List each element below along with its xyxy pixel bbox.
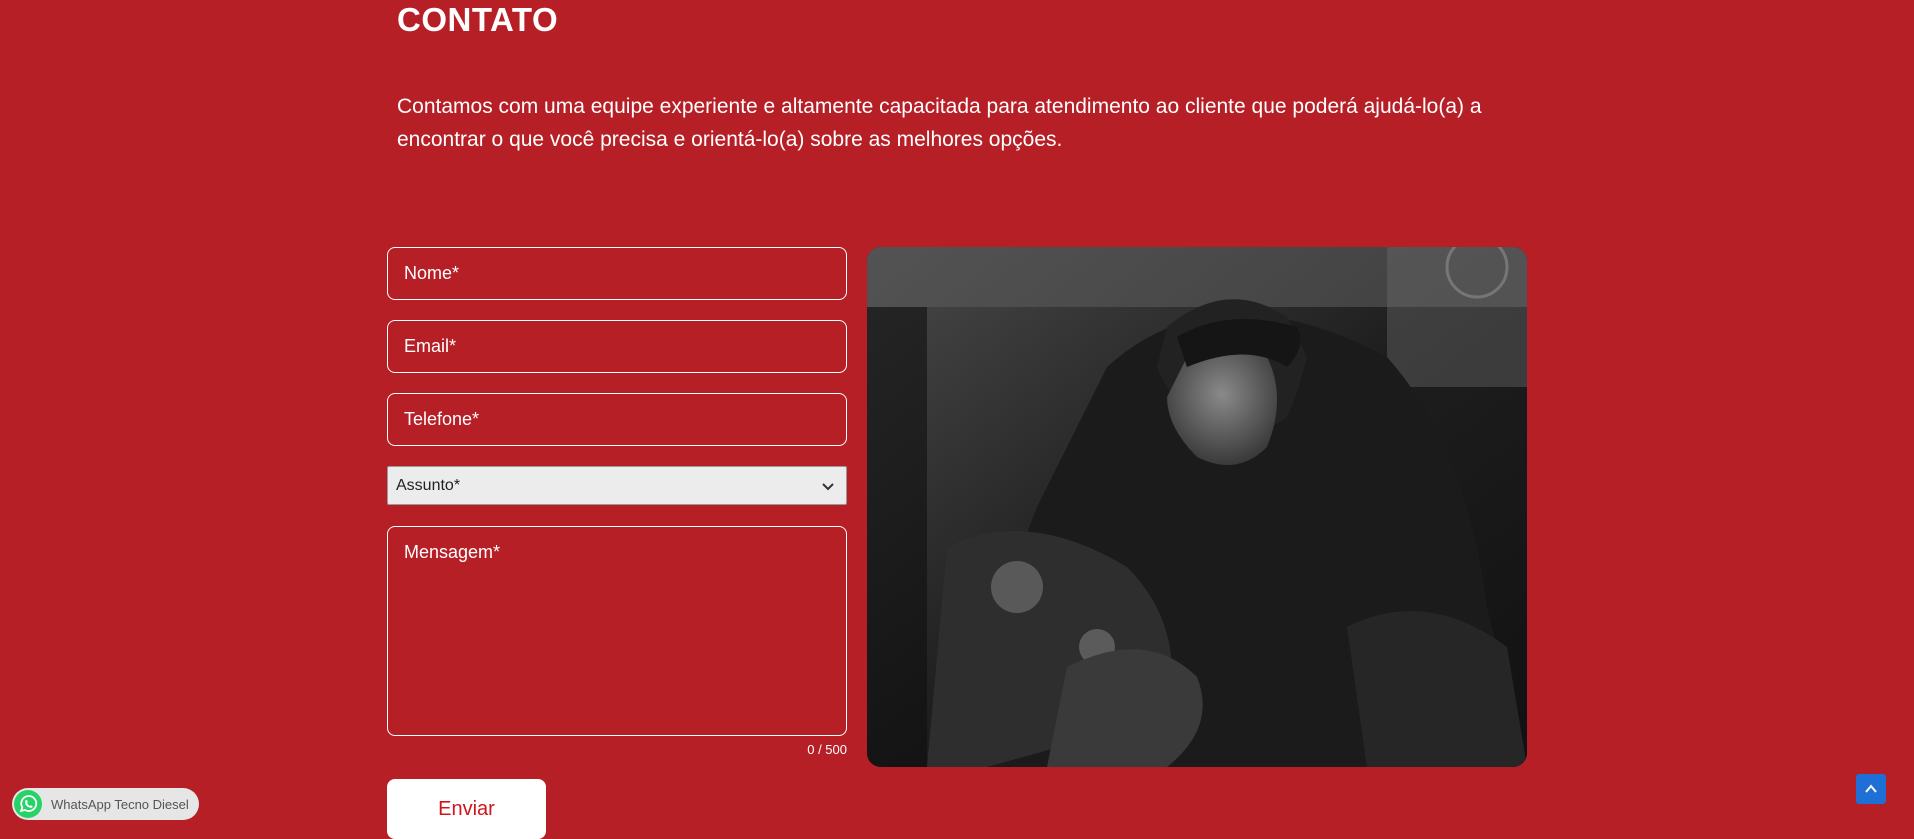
name-field[interactable]: Nome* [387, 247, 847, 300]
message-placeholder: Mensagem* [404, 542, 501, 562]
scroll-to-top-button[interactable] [1856, 774, 1886, 804]
subject-selected-value: Assunto* [396, 477, 461, 494]
section-description: Contamos com uma equipe experiente e alt… [397, 95, 1482, 151]
char-counter: 0 / 500 [807, 742, 847, 757]
phone-field[interactable]: Telefone* [387, 393, 847, 446]
chevron-down-icon [822, 483, 834, 491]
email-field[interactable]: Email* [387, 320, 847, 373]
mechanic-illustration [867, 247, 1527, 767]
whatsapp-button[interactable]: WhatsApp Tecno Diesel [12, 788, 199, 820]
send-button[interactable]: Enviar [387, 779, 546, 839]
mechanic-photo [867, 247, 1527, 767]
email-placeholder: Email* [404, 336, 457, 356]
name-placeholder: Nome* [404, 263, 460, 283]
message-field[interactable]: Mensagem* [387, 526, 847, 736]
page-title: CONTATO [397, 1, 559, 38]
chevron-up-icon [1865, 784, 1877, 793]
whatsapp-icon [14, 790, 42, 818]
phone-placeholder: Telefone* [404, 409, 480, 429]
subject-select[interactable]: Assunto* [387, 466, 847, 505]
whatsapp-label: WhatsApp Tecno Diesel [51, 796, 189, 812]
